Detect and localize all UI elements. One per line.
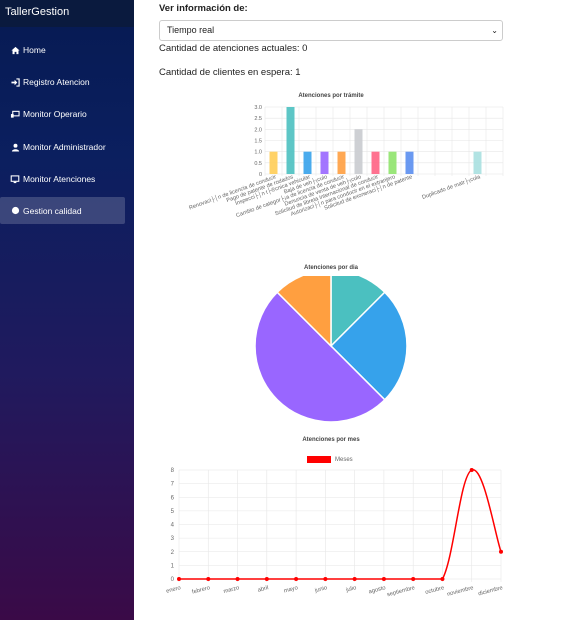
- chevron-down-icon: ⌄: [491, 26, 498, 35]
- data-point: [469, 468, 474, 472]
- y-tick-label: 5: [171, 509, 175, 515]
- data-point: [177, 577, 181, 581]
- y-tick-label: 3.0: [254, 105, 262, 111]
- bar: [388, 151, 397, 174]
- x-tick-label: agosto: [368, 585, 386, 595]
- y-tick-label: 0.5: [254, 161, 262, 167]
- data-point: [411, 577, 416, 581]
- line-chart-title: Atenciones por mes: [302, 437, 360, 443]
- y-tick-label: 1.0: [254, 150, 262, 156]
- y-tick-label: 1: [171, 563, 175, 569]
- bar-chart-title: Atenciones por trámite: [298, 93, 364, 99]
- y-tick-label: 3: [171, 536, 175, 542]
- sidebar-item-label: Home: [23, 45, 46, 55]
- bar: [303, 151, 312, 174]
- x-tick-label: diciembre: [478, 585, 504, 597]
- data-point: [235, 577, 240, 581]
- bar: [320, 151, 329, 174]
- atenciones-actuales-text: Cantidad de atenciones actuales: 0: [159, 43, 308, 54]
- data-point: [323, 577, 328, 581]
- bar: [269, 151, 278, 174]
- info-type-select[interactable]: Tiempo real ⌄: [159, 20, 503, 41]
- select-value: Tiempo real: [167, 25, 215, 35]
- bar-chart: 00.51.01.52.02.53.0Renovaci├│n de licenc…: [188, 105, 504, 219]
- x-tick-label: julio: [345, 585, 357, 594]
- data-point: [264, 577, 269, 581]
- pie-chart-title: Atenciones por dia: [303, 265, 358, 271]
- x-tick-label: septiembre: [386, 585, 415, 598]
- bar: [405, 151, 414, 174]
- data-point: [294, 577, 299, 581]
- y-tick-label: 1.5: [254, 139, 262, 145]
- y-tick-label: 2: [171, 550, 175, 556]
- ver-informacion-label: Ver información de:: [159, 3, 248, 14]
- sign-in-icon: [10, 77, 20, 87]
- x-tick-label: junio: [314, 585, 328, 594]
- x-tick-label: octubre: [425, 585, 445, 596]
- y-tick-label: 7: [171, 482, 175, 488]
- clientes-espera-text: Cantidad de clientes en espera: 1: [159, 67, 301, 78]
- y-tick-label: 8: [171, 468, 175, 474]
- x-tick-label: febrero: [191, 585, 210, 596]
- pie-chart: [254, 276, 408, 423]
- sidebar-item-label: Registro Atencion: [23, 77, 90, 87]
- y-tick-label: 2.5: [254, 116, 262, 122]
- y-tick-label: 0: [171, 577, 175, 583]
- y-tick-label: 0: [259, 172, 262, 178]
- bar: [337, 151, 346, 174]
- home-icon: [10, 45, 20, 55]
- x-tick-label: Duplicado de matr├¡cula: [421, 172, 482, 201]
- x-tick-label: enero: [166, 585, 182, 595]
- sidebar-item-home[interactable]: Home: [0, 37, 125, 63]
- line-chart: 0 1 2 3 4 5 6 7 8 enero febrero marzo abril mayo junio…: [166, 468, 504, 598]
- x-tick-label: noviembre: [447, 585, 475, 598]
- data-point: [352, 577, 357, 581]
- x-tick-label: mayo: [283, 585, 298, 594]
- x-tick-label: marzo: [223, 585, 240, 595]
- x-tick-label: abril: [257, 585, 269, 594]
- data-point: [499, 549, 503, 554]
- app-title[interactable]: TallerGestion: [0, 0, 134, 27]
- sidebar-item-registro-atencion[interactable]: Registro Atencion: [0, 69, 125, 95]
- y-tick-label: 4: [171, 523, 175, 529]
- bar: [286, 107, 295, 174]
- y-tick-label: 6: [171, 495, 175, 501]
- y-tick-label: 2.0: [254, 127, 262, 133]
- bar: [371, 151, 380, 174]
- bar: [354, 129, 363, 174]
- bar: [473, 151, 482, 174]
- data-point: [381, 577, 386, 581]
- data-point: [440, 577, 445, 581]
- data-point: [206, 577, 211, 581]
